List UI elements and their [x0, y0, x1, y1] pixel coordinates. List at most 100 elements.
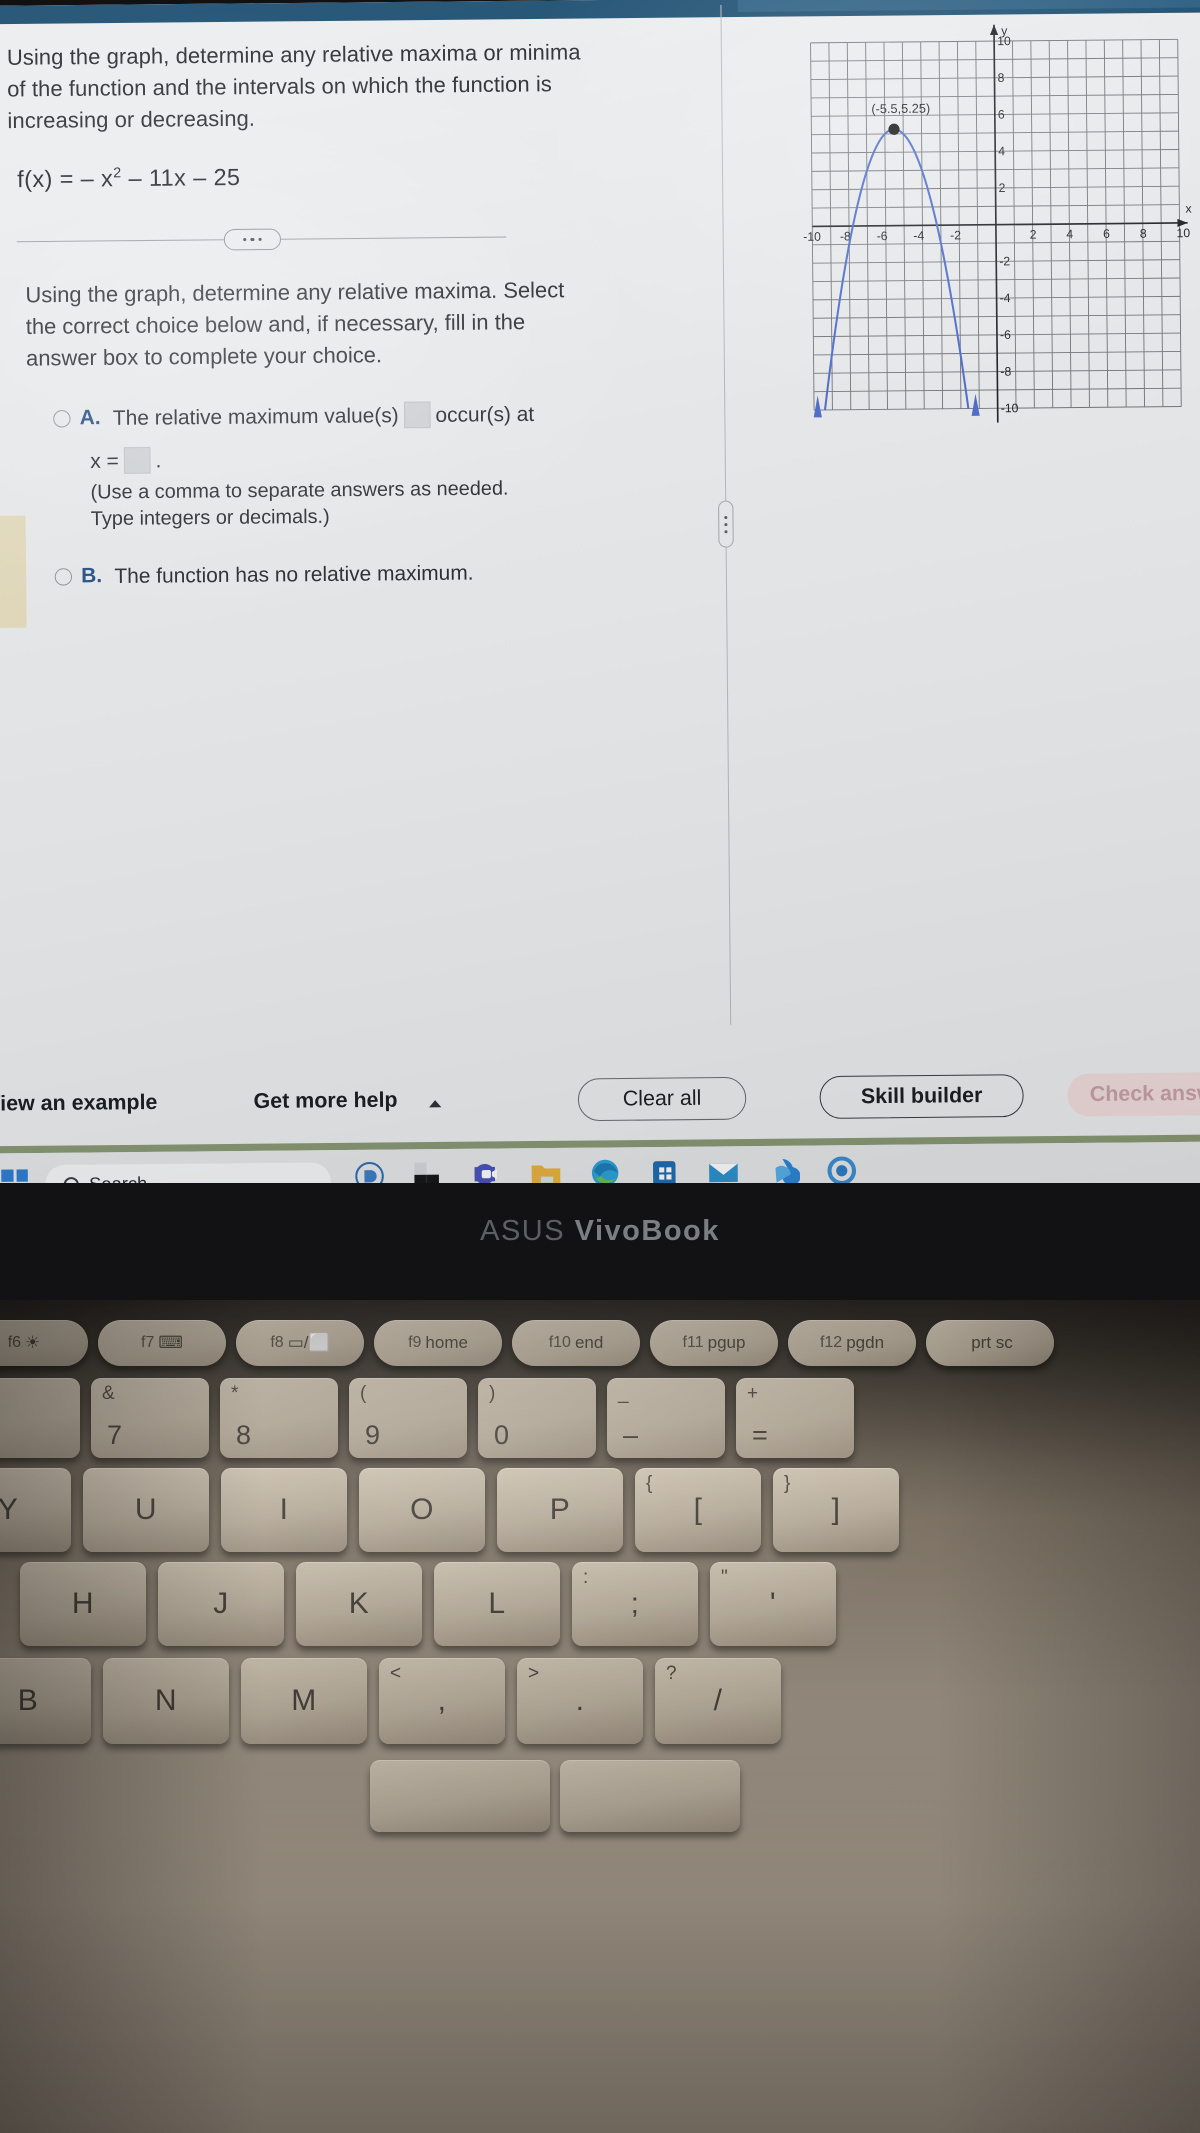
- key-f12[interactable]: f12 pgdn: [788, 1320, 916, 1366]
- sub-prompt-line-3: answer box to complete your choice.: [25, 342, 383, 371]
- key-sym[interactable]: " ': [710, 1562, 836, 1646]
- key-I[interactable]: I: [221, 1468, 347, 1552]
- svg-text:-4: -4: [1000, 291, 1011, 305]
- choice-a-x-label: x =: [90, 449, 119, 474]
- key-L[interactable]: L: [434, 1562, 560, 1646]
- question-pane: Using the graph, determine any relative …: [0, 21, 726, 592]
- graph-x-axis-label: x: [1185, 202, 1191, 216]
- svg-text:-4: -4: [913, 229, 924, 243]
- radio-choice-b[interactable]: [54, 568, 73, 586]
- key-f10[interactable]: f10 end: [512, 1320, 640, 1366]
- vertex-point[interactable]: [888, 123, 900, 135]
- key-9[interactable]: (9: [349, 1378, 467, 1458]
- svg-text:-2: -2: [950, 228, 961, 242]
- choice-b-text: The function has no relative maximum.: [114, 561, 474, 589]
- svg-text:2: 2: [999, 181, 1006, 195]
- dot-icon: [724, 529, 728, 533]
- svg-text:6: 6: [998, 108, 1005, 122]
- svg-text:-8: -8: [1000, 365, 1011, 379]
- key-H[interactable]: H: [20, 1562, 146, 1646]
- key-=[interactable]: + =: [736, 1378, 854, 1458]
- graph-panel[interactable]: -10 -8 -6 -4 -2 2 4 6 8 10 -10 -8 -6 -4 -2 2 4 6 8 10 x y (…: [794, 13, 1198, 466]
- get-more-help-link[interactable]: Get more help: [253, 1088, 397, 1114]
- dot-icon: [258, 237, 262, 242]
- svg-text:-6: -6: [877, 229, 888, 243]
- key-f11[interactable]: f11 pgup: [650, 1320, 778, 1366]
- svg-text:10: 10: [1176, 226, 1190, 240]
- svg-text:-2: -2: [999, 254, 1010, 268]
- choice-b-letter: B.: [81, 563, 103, 588]
- key-M[interactable]: M: [241, 1658, 367, 1744]
- brand-suffix: VivoBook: [574, 1215, 720, 1247]
- key-f7[interactable]: f7 ⌨: [98, 1320, 226, 1366]
- dot-icon: [724, 515, 728, 519]
- skill-builder-button[interactable]: Skill builder: [819, 1074, 1024, 1119]
- section-divider: [16, 224, 507, 253]
- key-J[interactable]: J: [158, 1562, 284, 1646]
- key-O[interactable]: O: [359, 1468, 485, 1552]
- key-space-left[interactable]: [370, 1760, 550, 1832]
- choice-a-x-input[interactable]: [123, 447, 151, 474]
- pane-splitter-handle[interactable]: [718, 500, 734, 548]
- laptop-photo: Using the graph, determine any relative …: [0, 0, 1200, 2133]
- choice-a-x-line: x =.: [90, 447, 162, 474]
- svg-text:-10: -10: [1001, 401, 1019, 415]
- key-sym[interactable]: ? /: [655, 1658, 781, 1744]
- dot-icon: [724, 522, 728, 526]
- svg-text:8: 8: [997, 71, 1004, 85]
- choice-a-letter: A.: [79, 405, 101, 430]
- sticky-note: [0, 515, 27, 629]
- key-sym[interactable]: <,: [379, 1658, 505, 1744]
- key-prt-sc[interactable]: prt sc: [926, 1320, 1054, 1366]
- key-f6[interactable]: f6 ☀: [0, 1320, 88, 1366]
- svg-text:4: 4: [998, 144, 1005, 158]
- key-space-right[interactable]: [560, 1760, 740, 1832]
- laptop-screen: Using the graph, determine any relative …: [0, 0, 1200, 1215]
- key-sym[interactable]: }]: [773, 1468, 899, 1552]
- key-f8[interactable]: f8 ▭/⬜: [236, 1320, 364, 1366]
- answer-choices: A. The relative maximum value(s) occur(s)…: [53, 399, 703, 592]
- laptop-keyboard: f6 ☀ f7 ⌨ f8 ▭/⬜ f9 home f10 end f11 pgup f12 pgdn prt…: [0, 1300, 1200, 2133]
- exercise-footer: View an example Get more help Clear all …: [0, 1059, 1200, 1148]
- key-N[interactable]: N: [103, 1658, 229, 1744]
- clear-all-button[interactable]: Clear all: [577, 1076, 747, 1122]
- curve-arrow-right: [971, 393, 980, 416]
- svg-text:4: 4: [1066, 227, 1073, 241]
- key-8[interactable]: * 8: [220, 1378, 338, 1458]
- equation-lead: – x: [80, 164, 114, 192]
- dot-icon: [242, 237, 247, 242]
- choice-a-value-input[interactable]: [403, 401, 431, 429]
- key-Y[interactable]: Y: [0, 1468, 71, 1552]
- choice-a-text-after: occur(s) at: [435, 402, 535, 427]
- laptop-brand-label: ASUS VivoBook: [0, 1215, 1200, 1248]
- key-–[interactable]: _ –: [607, 1378, 725, 1458]
- key-sym[interactable]: >.: [517, 1658, 643, 1744]
- screen-bezel: ASUS VivoBook: [0, 1183, 1200, 1315]
- choice-a[interactable]: A. The relative maximum value(s) occur(s)…: [53, 399, 703, 533]
- view-example-link[interactable]: View an example: [0, 1091, 158, 1117]
- parabola-graph[interactable]: -10 -8 -6 -4 -2 2 4 6 8 10-10-8-6-4-2246810 x y (…: [794, 13, 1198, 466]
- key-K[interactable]: K: [296, 1562, 422, 1646]
- equation-tail: – 11x – 25: [121, 163, 241, 192]
- key-P[interactable]: P: [497, 1468, 623, 1552]
- key-f9[interactable]: f9 home: [374, 1320, 502, 1366]
- key-7[interactable]: & 7: [91, 1378, 209, 1458]
- svg-text:8: 8: [1140, 227, 1147, 241]
- key-0[interactable]: ) 0: [478, 1378, 596, 1458]
- brand-prefix: ASUS: [480, 1215, 575, 1247]
- svg-text:-6: -6: [1000, 328, 1011, 342]
- graph-y-axis-label: y: [1001, 24, 1008, 38]
- key-6[interactable]: ^6: [0, 1378, 80, 1458]
- check-answer-button[interactable]: Check answer: [1067, 1071, 1200, 1117]
- key-B[interactable]: B: [0, 1658, 91, 1744]
- question-prompt-line-3: increasing or decreasing.: [7, 106, 256, 134]
- choice-a-hint-line-2: Type integers or decimals.): [90, 505, 330, 531]
- radio-choice-a[interactable]: [53, 410, 71, 428]
- vertex-annotation: (-5.5,5.25): [871, 101, 930, 117]
- function-curve: [810, 128, 985, 411]
- more-options-button[interactable]: [223, 228, 282, 251]
- choice-a-text-before: The relative maximum value(s): [112, 403, 399, 431]
- key-sym[interactable]: {[: [635, 1468, 761, 1552]
- key-sym[interactable]: :;: [572, 1562, 698, 1646]
- key-U[interactable]: U: [83, 1468, 209, 1552]
